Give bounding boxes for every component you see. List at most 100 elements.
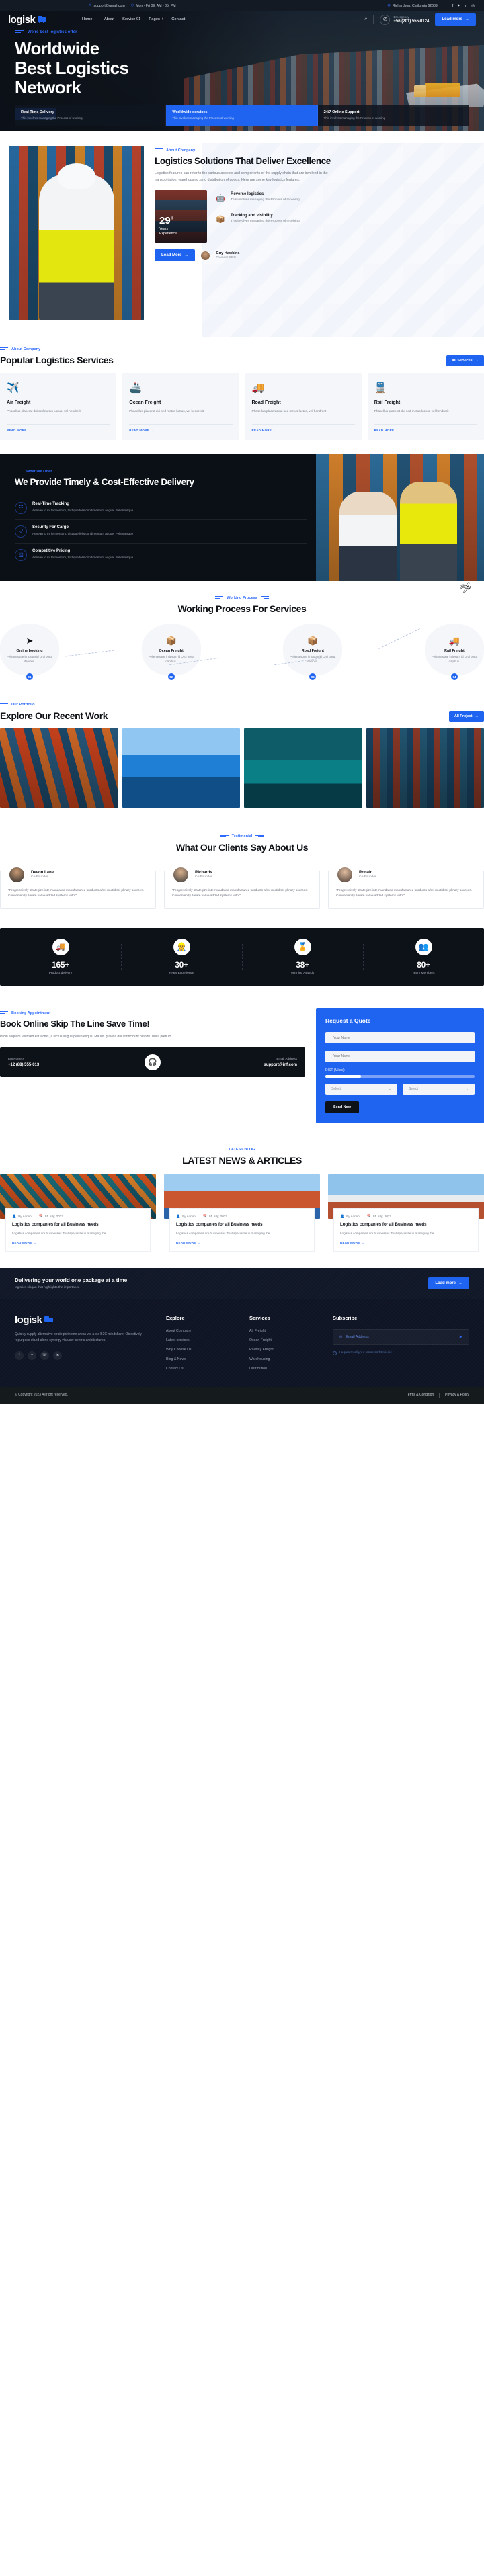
service-read-more[interactable]: READ MORE → — [374, 429, 477, 432]
hero-card-title: 24/7 Online Support — [323, 110, 360, 115]
email-value[interactable]: support@inf.com — [161, 1063, 297, 1067]
facebook-icon[interactable]: f — [452, 4, 454, 8]
robot-arm-icon: 🤖 — [216, 194, 225, 202]
process-step-3[interactable]: 📦 Road Freight Pellentesque in ipsum id … — [283, 624, 343, 681]
service-card-air[interactable]: ✈️ Air Freight Phasellus placerat dui se… — [0, 372, 117, 440]
quote-name2-input[interactable] — [325, 1050, 475, 1062]
process-step-4[interactable]: 🚚 Rail Freight Pellentesque in ipsum id … — [424, 624, 484, 681]
topbar-email[interactable]: ✉ support@gmail.com — [89, 4, 125, 8]
blog-author: By Admin — [346, 1215, 360, 1219]
blog-card-3[interactable]: 👤 By Admin 📅 01 July, 2023 Logistics compa… — [328, 1174, 484, 1252]
linkedin-icon[interactable]: in — [53, 1350, 62, 1360]
process-step-2[interactable]: 📦 Ocean Freight Pellentesque in ipsum id… — [141, 624, 201, 681]
blog-read-more[interactable]: READ MORE → — [340, 1241, 472, 1244]
subscribe-input-group[interactable]: ✉ Email Address ➤ — [333, 1328, 469, 1345]
blog-card-2[interactable]: 👤 By Admin 📅 01 July, 2023 Logistics compa… — [164, 1174, 320, 1252]
hero-content: We're best logistics offer Worldwide Bes… — [0, 11, 484, 120]
testimonial-name: Richards — [195, 871, 212, 875]
blog-post-title: Logistics companies for all Business nee… — [176, 1221, 263, 1227]
testimonial-grid: Devon Lane Co-Founder "Progressively str… — [0, 866, 484, 909]
search-icon[interactable]: ⌕ — [365, 17, 368, 22]
brand-name: logisk — [8, 13, 36, 26]
nav-phone[interactable]: ✆ Emergency +56 (201) 555-0124 — [380, 14, 430, 25]
site-footer: logisk Quickly supply alternative strate… — [0, 1298, 484, 1387]
portfolio-item-3[interactable] — [244, 728, 362, 808]
footer-link-distribution[interactable]: Distribution — [249, 1367, 319, 1371]
nav-item-service[interactable]: Service 01 — [122, 17, 140, 22]
footer-link-ocean-freight[interactable]: Ocean Freight — [249, 1338, 319, 1342]
portfolio-item-2[interactable] — [122, 728, 240, 808]
hero-card-3[interactable]: 24/7 Online Support This involves managi… — [317, 105, 469, 126]
all-services-button[interactable]: All Services → — [446, 355, 484, 366]
footer-link-about-company[interactable]: About Company — [166, 1329, 236, 1333]
nav-cta-button[interactable]: Load more → — [435, 13, 476, 26]
booking-label-text: Booking Appointment — [11, 1011, 51, 1015]
footer-link-railway-freight[interactable]: Railway Freight — [249, 1348, 319, 1352]
offer-label-text: What We Offer — [26, 469, 52, 474]
portfolio-item-1[interactable] — [0, 728, 118, 808]
brand-logo[interactable]: logisk — [8, 15, 79, 25]
process-step-1[interactable]: ➤ Online booking Pellentesque in ipsum i… — [0, 624, 59, 681]
nav-item-about[interactable]: About — [104, 17, 114, 22]
quote-select-1[interactable]: Select ⌄ — [325, 1083, 397, 1095]
paper-plane-icon: 🛩 — [459, 581, 473, 594]
subscribe-agree-row[interactable]: I Agree to all your terms and Policies — [333, 1350, 469, 1355]
about-load-more-button[interactable]: Load More → — [155, 249, 196, 261]
footer-logo[interactable]: logisk — [15, 1315, 153, 1325]
all-project-button[interactable]: All Project → — [448, 711, 484, 722]
footer-link-contact-us[interactable]: Contact Us — [166, 1367, 236, 1371]
footer-link-blog-news[interactable]: Blog & News — [166, 1357, 236, 1361]
footer-cta-button[interactable]: Load more → — [428, 1277, 469, 1289]
subscribe-agree-text: I Agree to all your terms and Policies — [339, 1351, 392, 1355]
delivery-truck-icon: 🚚 — [52, 938, 69, 955]
offer-feature-1: ☷ Real-Time Tracking Aenean id mi fermen… — [15, 497, 307, 519]
hero-card-2[interactable]: Worldwide services This involves managin… — [166, 105, 318, 126]
service-card-rail[interactable]: 🚆 Rail Freight Phasellus placerat dui se… — [367, 372, 484, 440]
quote-select-2[interactable]: Select ⌄ — [403, 1083, 475, 1095]
quote-distance-slider[interactable] — [325, 1074, 475, 1078]
blog-post-text: Logistics companies are businesses That … — [340, 1232, 434, 1236]
footer-link-air-freight[interactable]: Air Freight — [249, 1329, 319, 1333]
service-card-road[interactable]: 🚚 Road Freight Phasellus placerat dui se… — [245, 372, 362, 440]
blog-card-body: 👤 By Admin 📅 01 July, 2023 Logistics compa… — [5, 1207, 151, 1252]
team-icon: 👥 — [415, 938, 432, 955]
privacy-link[interactable]: Privacy & Policy — [445, 1393, 469, 1397]
send-icon[interactable]: ➤ — [458, 1334, 462, 1340]
page-root: ✉ support@gmail.com ◷ Mon - Fri 09: AM -… — [0, 0, 484, 1404]
footer-link-warehousing[interactable]: Warehousing — [249, 1357, 319, 1361]
hero-card-1[interactable]: Real Time Delivery This involves managin… — [15, 105, 167, 126]
about-feature-title: Reverse logistics — [231, 192, 264, 196]
portfolio-item-4[interactable] — [366, 728, 484, 808]
terms-link[interactable]: Terms & Condition — [406, 1393, 434, 1397]
about-feature-list: 🤖 Reverse logistics This involves managi… — [215, 190, 472, 229]
nav-item-contact[interactable]: Contact — [171, 17, 185, 22]
facebook-icon[interactable]: f — [15, 1350, 24, 1360]
emergency-value[interactable]: +12 (88) 555-013 — [8, 1063, 145, 1067]
check-circle-icon[interactable] — [333, 1350, 337, 1355]
nav-item-home[interactable]: Home + — [82, 17, 96, 22]
hero-card-text: This involves managing the Process of wo… — [172, 116, 234, 120]
service-read-more[interactable]: READ MORE → — [129, 429, 232, 432]
nav-item-pages[interactable]: Pages + — [149, 17, 163, 22]
twitter-icon[interactable]: ✦ — [28, 1350, 36, 1360]
blog-card-1[interactable]: 👤 By Admin 📅 01 July, 2023 Logistics compa… — [0, 1174, 156, 1252]
quote-submit-button[interactable]: Send Now — [325, 1101, 360, 1113]
portfolio-header: Our Portfolio Explore Our Recent Work Al… — [0, 703, 484, 722]
chevron-down-icon: ⌄ — [465, 1087, 469, 1092]
footer-link-why-choose-us[interactable]: Why Choose Us — [166, 1348, 236, 1352]
blog-read-more[interactable]: READ MORE → — [12, 1241, 144, 1244]
quote-name-input[interactable] — [325, 1032, 475, 1044]
whatsapp-icon[interactable]: ☏ — [40, 1350, 49, 1360]
instagram-icon[interactable]: ◎ — [471, 4, 475, 8]
footer-link-latest-services[interactable]: Latest services — [166, 1338, 236, 1342]
service-read-more[interactable]: READ MORE → — [7, 429, 110, 432]
twitter-icon[interactable]: ✦ — [457, 4, 460, 8]
nav-phone-number: +56 (201) 555-0124 — [393, 19, 430, 24]
offer-feature-3: ◱ Competitive Pricing Aenean id mi ferme… — [15, 542, 307, 566]
user-icon: 👤 — [340, 1214, 345, 1219]
service-read-more[interactable]: READ MORE → — [252, 429, 355, 432]
topbar-right: ◉ Richardson, California 62639 f ✦ in ◎ — [387, 3, 475, 8]
service-card-ocean[interactable]: 🚢 Ocean Freight Phasellus placerat dui s… — [122, 372, 239, 440]
blog-read-more[interactable]: READ MORE → — [176, 1241, 308, 1244]
linkedin-icon[interactable]: in — [465, 4, 467, 8]
